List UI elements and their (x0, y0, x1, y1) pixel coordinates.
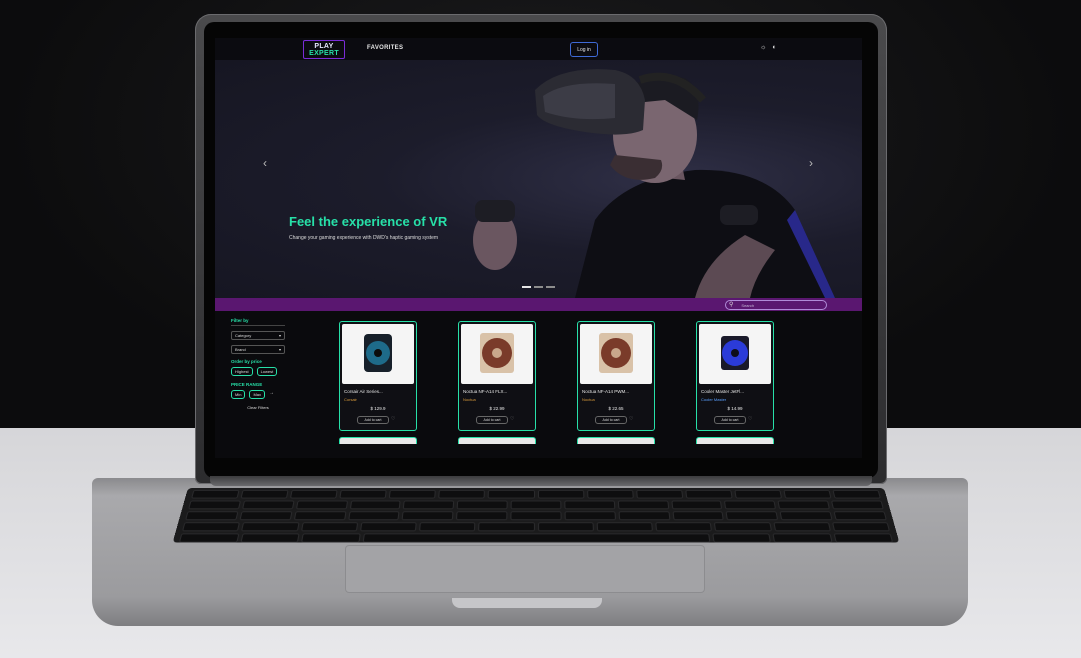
category-select[interactable]: Category ▾ (231, 331, 285, 340)
price-range-inputs: Min Max → (231, 390, 285, 399)
category-label: Category (235, 333, 252, 338)
website-screen: PLAY EXPERT FAVORITES Log in ☼ ◐ ‹ › Fee… (215, 38, 862, 458)
logo-line-1: PLAY (314, 42, 334, 50)
site-header: PLAY EXPERT FAVORITES Log in ☼ ◐ (215, 38, 862, 60)
product-brand: Corsair (344, 397, 357, 402)
filter-heading: Filter by (231, 318, 249, 323)
site-logo[interactable]: PLAY EXPERT (303, 40, 345, 59)
price-max-input[interactable]: Max (249, 390, 266, 399)
filter-sidebar: Filter by Category ▾ Brand ▾ Order by pric… (231, 318, 285, 410)
product-card-next-row[interactable] (577, 437, 655, 444)
contrast-icon[interactable]: ◐ (772, 44, 776, 52)
product-name: Noctua NF-A14 FLX... (463, 389, 508, 394)
hero-title: Feel the experience of VR (289, 214, 448, 229)
heart-icon[interactable]: ♡ (748, 416, 752, 422)
search-input[interactable]: ⚲ Search (725, 300, 827, 310)
nav-favorites[interactable]: FAVORITES (367, 45, 403, 51)
header-icons: ☼ ◐ (760, 44, 777, 52)
product-card[interactable]: Noctua NF-A14 FLX... Noctua $ 22.99 Add … (458, 321, 536, 431)
order-options: Highest Lowest (231, 367, 285, 376)
laptop-hinge (210, 476, 872, 486)
carousel-dots (522, 286, 555, 288)
brand-label: Brand (235, 347, 246, 352)
heart-icon[interactable]: ♡ (391, 416, 395, 422)
add-to-cart-button[interactable]: Add to cart (357, 416, 389, 424)
product-image (580, 324, 652, 384)
product-card-next-row[interactable] (696, 437, 774, 444)
product-brand: Cooler Master (701, 397, 727, 402)
search-placeholder: Search (741, 302, 755, 308)
product-price: $ 22.65 (608, 406, 624, 411)
order-heading: Order by price (231, 359, 262, 364)
brand-select[interactable]: Brand ▾ (231, 345, 285, 354)
product-card-next-row[interactable] (339, 437, 417, 444)
product-price: $ 129.9 (370, 406, 386, 411)
carousel-next-icon[interactable]: › (809, 156, 813, 170)
add-to-cart-button[interactable]: Add to cart (595, 416, 627, 424)
product-card[interactable]: Noctua NF-A14 PWM... Noctua $ 22.65 Add … (577, 321, 655, 431)
product-name: Cooler Master JetFl... (701, 389, 745, 394)
product-name: Corsair Air Series... (344, 389, 383, 394)
add-to-cart-button[interactable]: Add to cart (476, 416, 508, 424)
product-price: $ 22.99 (489, 406, 505, 411)
hero-vr-image (473, 69, 835, 298)
carousel-dot[interactable] (546, 286, 555, 288)
product-card[interactable]: Corsair Air Series... Corsair $ 129.9 Ad… (339, 321, 417, 431)
price-range-heading: PRICE RANGE (231, 382, 263, 387)
hero-subtitle: Change your gaming experience with DWD's… (289, 235, 439, 241)
add-to-cart-button[interactable]: Add to cart (714, 416, 746, 424)
laptop-keyboard (172, 488, 900, 543)
apply-price-icon[interactable]: → (269, 390, 274, 399)
bulb-icon[interactable]: ☼ (760, 44, 766, 52)
chevron-down-icon: ▾ (278, 333, 281, 338)
order-lowest-button[interactable]: Lowest (256, 367, 278, 376)
product-grid: Corsair Air Series... Corsair $ 129.9 Ad… (339, 321, 774, 458)
price-min-input[interactable]: Min (231, 390, 246, 399)
carousel-prev-icon[interactable]: ‹ (263, 156, 267, 170)
login-button[interactable]: Log in (570, 42, 598, 57)
product-name: Noctua NF-A14 PWM... (582, 389, 630, 394)
lid-notch (452, 598, 602, 608)
heart-icon[interactable]: ♡ (510, 416, 514, 422)
product-card-next-row[interactable] (458, 437, 536, 444)
logo-line-2: EXPERT (309, 49, 339, 57)
product-card[interactable]: Cooler Master JetFl... Cooler Master $ 1… (696, 321, 774, 431)
search-icon: ⚲ (729, 302, 734, 308)
product-price: $ 14.99 (727, 406, 743, 411)
product-image (699, 324, 771, 384)
hero-carousel: ‹ › Feel the experience of VR Change you… (215, 60, 862, 298)
product-brand: Noctua (463, 397, 476, 402)
carousel-dot[interactable] (534, 286, 543, 288)
heart-icon[interactable]: ♡ (629, 416, 633, 422)
trackpad (345, 545, 705, 593)
product-image (342, 324, 414, 384)
divider (231, 325, 285, 326)
carousel-dot[interactable] (522, 286, 531, 288)
chevron-down-icon: ▾ (278, 347, 281, 352)
product-brand: Noctua (582, 397, 595, 402)
clear-filters-button[interactable]: Clear Filters (231, 405, 285, 410)
product-image (461, 324, 533, 384)
order-highest-button[interactable]: Highest (231, 367, 253, 376)
